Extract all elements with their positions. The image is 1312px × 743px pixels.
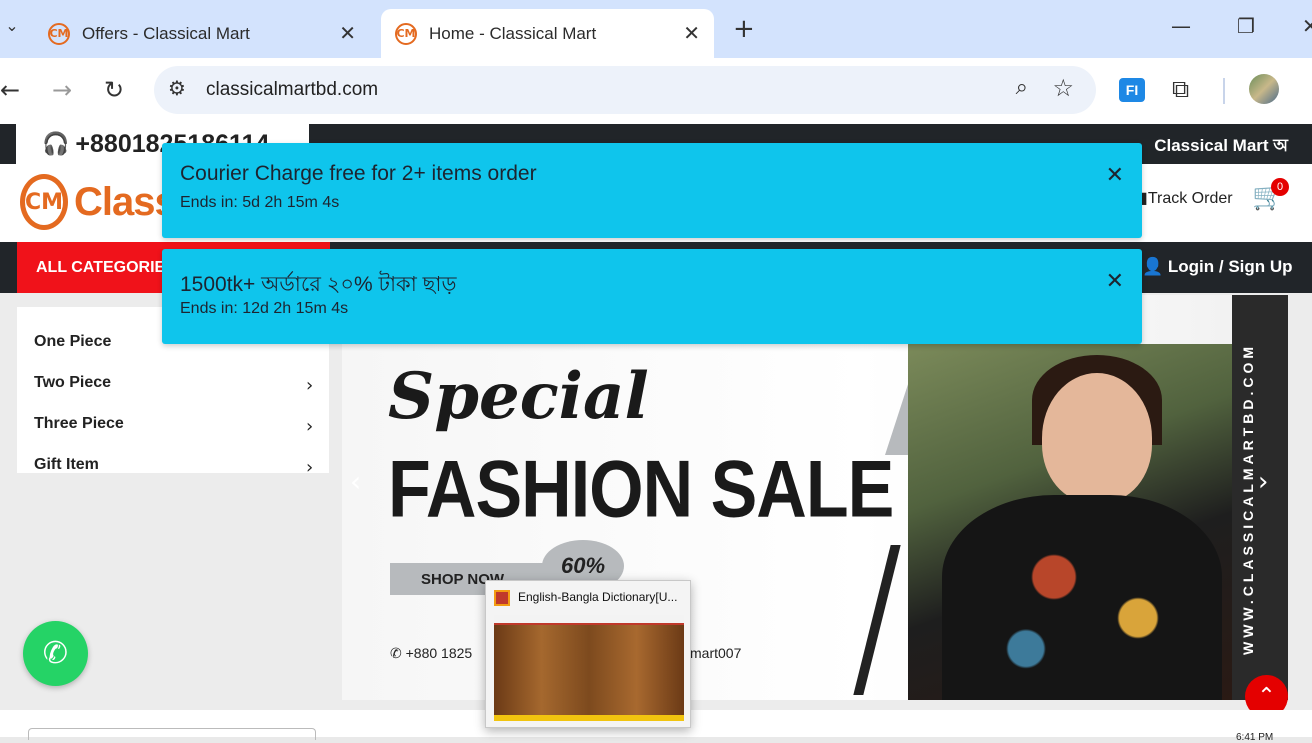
category-item-three-piece[interactable]: Three Piece [34,415,124,433]
tab-title: Home - Classical Mart [429,23,597,43]
close-icon[interactable]: ✕ [1106,163,1124,188]
extension-fi-icon[interactable]: FI [1119,78,1145,102]
banner-phone-number: +880 1825 [405,645,473,661]
user-icon: 👤 [1142,257,1164,276]
chevron-right-icon[interactable]: › [306,416,313,437]
site-info-tune-icon[interactable]: ⚙ [168,76,186,100]
slider-next-chevron-icon[interactable]: › [1258,467,1268,497]
category-item-one-piece[interactable]: One Piece [34,333,111,351]
address-bar[interactable]: ⚙ classicalmartbd.com ⌕ ☆ [154,66,1096,114]
tab-title: Offers - Classical Mart [82,23,250,43]
preview-titlebar [494,615,684,625]
offer-toast-discount[interactable]: 1500tk+ অর্ডারে ২০% টাকা ছাড় Ends in: 1… [162,249,1142,344]
banner-headline: FASHION SALE [388,444,894,534]
hero-banner-slider[interactable]: Special FASHION SALE SHOP NOW 60% ✆ +880… [342,295,1288,700]
close-tab-icon[interactable]: ✕ [339,21,356,45]
restore-window-icon[interactable]: ❐ [1237,14,1255,38]
banner-special-text: Special [388,359,649,434]
extensions-puzzle-icon[interactable]: ⧉ [1172,75,1189,103]
banner-model-face [1042,373,1152,503]
marquee-text: Classical Mart অ [1154,136,1288,155]
phone-icon: ✆ [390,645,406,661]
login-signup-link[interactable]: 👤 Login / Sign Up [1142,257,1293,277]
preview-window-title: English-Bangla Dictionary[U... [518,590,678,604]
whatsapp-chat-icon[interactable]: ✆ [23,621,88,686]
browser-tab-strip: ⌄ CM Offers - Classical Mart ✕ CM Home -… [0,0,1312,58]
banner-model-dress [942,495,1222,700]
tab-home-active[interactable]: CM Home - Classical Mart ✕ [381,9,714,58]
headset-icon: 🎧 [42,131,70,157]
track-order-label: Track Order [1147,190,1233,207]
chevron-right-icon[interactable]: › [306,375,313,396]
taskbar-search-box[interactable] [28,728,316,740]
forward-arrow-icon[interactable]: → [52,76,72,104]
cart-count-badge: 0 [1271,178,1289,196]
new-tab-plus-icon[interactable]: + [733,14,755,44]
zoom-magnifier-icon[interactable]: ⌕ [1016,75,1028,100]
classical-mart-favicon-icon: CM [48,22,70,45]
category-item-gift-item[interactable]: Gift Item [34,456,99,474]
chevron-right-icon[interactable]: › [306,457,313,478]
toast-title: Courier Charge free for 2+ items order [180,162,537,185]
banner-decor-line [853,545,901,695]
taskbar-clock[interactable]: 6:41 PM [1236,732,1273,743]
profile-avatar[interactable] [1249,74,1279,104]
url-text[interactable]: classicalmartbd.com [206,79,378,101]
bookmark-star-icon[interactable]: ☆ [1052,74,1074,102]
offer-toast-courier[interactable]: Courier Charge free for 2+ items order E… [162,143,1142,238]
close-icon[interactable]: ✕ [1106,269,1124,294]
banner-side-text: WWW.CLASSICALMARTBD.COM [1240,342,1256,655]
tab-search-chevron-icon[interactable]: ⌄ [0,16,24,35]
toolbar-divider [1223,78,1225,104]
toast-title: 1500tk+ অর্ডারে ২০% টাকা ছাড় [180,273,457,296]
logo-mark-icon: CM [20,174,68,230]
banner-phone: ✆ +880 1825 [390,645,472,662]
back-arrow-icon[interactable]: ← [0,76,20,104]
taskbar-window-preview[interactable]: English-Bangla Dictionary[U... [485,580,691,728]
toast-countdown: Ends in: 12d 2h 15m 4s [180,300,349,317]
minimize-icon[interactable]: — [1171,14,1191,38]
login-label: Login / Sign Up [1167,257,1293,276]
browser-toolbar: ← → ↻ ⚙ classicalmartbd.com ⌕ ☆ FI ⧉ [0,58,1312,124]
preview-footer-bar [494,715,684,721]
slider-prev-chevron-icon[interactable]: ‹ [350,465,361,498]
preview-image [494,615,684,721]
tab-offers[interactable]: CM Offers - Classical Mart ✕ [34,9,370,58]
reload-icon[interactable]: ↻ [104,76,124,104]
toast-countdown: Ends in: 5d 2h 15m 4s [180,194,340,211]
track-order-link[interactable]: ▮Track Order [1139,188,1233,208]
category-item-two-piece[interactable]: Two Piece [34,374,111,392]
dictionary-app-icon [494,590,510,606]
classical-mart-favicon-icon: CM [395,22,417,45]
close-tab-icon[interactable]: ✕ [683,21,700,45]
banner-handle: mart007 [690,645,742,661]
close-window-icon[interactable]: ✕ [1302,14,1312,38]
